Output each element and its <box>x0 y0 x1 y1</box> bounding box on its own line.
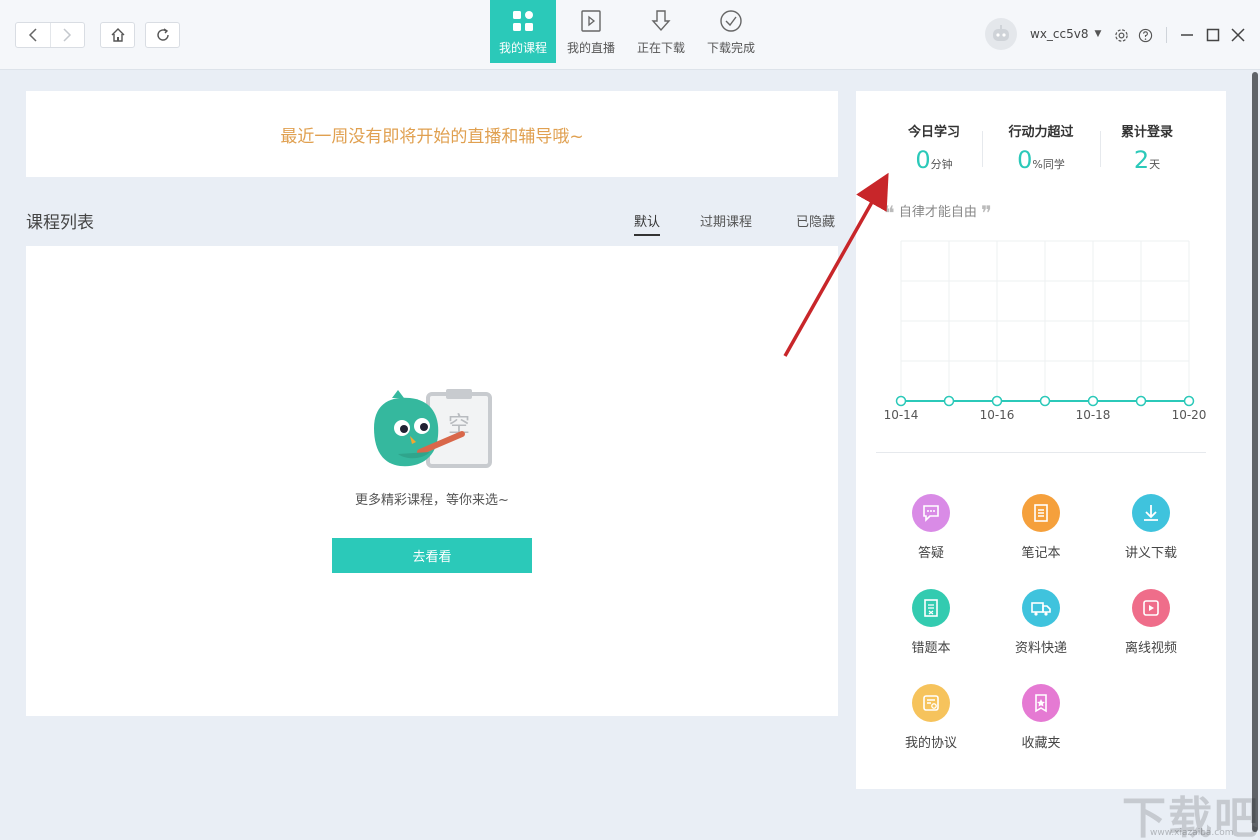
error-book-icon <box>912 589 950 627</box>
study-line-chart: 10-14 10-16 10-18 10-20 <box>876 231 1216 431</box>
tab-label: 正在下载 <box>637 39 685 56</box>
quote-close-icon: ❞ <box>981 201 992 225</box>
refresh-button[interactable] <box>145 22 180 48</box>
notebook-icon <box>1022 494 1060 532</box>
back-icon[interactable] <box>16 23 50 47</box>
top-bar: 我的课程 我的直播 正在下载 下载完成 wx_cc5v8 ▼ <box>0 0 1260 70</box>
banner-text: 最近一周没有即将开始的直播和辅导哦~ <box>280 122 583 147</box>
x-tick-label: 10-20 <box>1172 408 1207 422</box>
watermark-url: www.xiazaiba.com <box>1150 828 1234 838</box>
x-tick-label: 10-18 <box>1076 408 1111 422</box>
help-icon[interactable] <box>1137 27 1153 43</box>
play-icon <box>579 9 603 33</box>
stat-unit: 分钟 <box>931 158 953 171</box>
stat-action: 行动力超过 0%同学 <box>981 121 1101 174</box>
tab-downloading[interactable]: 正在下载 <box>626 0 696 63</box>
star-icon <box>1022 684 1060 722</box>
data-point <box>993 397 1002 406</box>
minimize-icon[interactable] <box>1179 27 1195 43</box>
feature-label: 资料快递 <box>1015 637 1067 656</box>
filter-hidden[interactable]: 已隐藏 <box>796 211 835 230</box>
tab-downloaded[interactable]: 下载完成 <box>696 0 766 63</box>
main-tabs: 我的课程 我的直播 正在下载 下载完成 <box>490 0 766 63</box>
feature-label: 错题本 <box>911 637 950 656</box>
agreement-icon <box>912 684 950 722</box>
data-point <box>1041 397 1050 406</box>
avatar[interactable] <box>985 18 1017 50</box>
chat-icon <box>912 494 950 532</box>
download-icon <box>649 9 673 33</box>
stat-unit: %同学 <box>1032 158 1064 171</box>
close-icon[interactable] <box>1230 27 1246 43</box>
video-icon <box>1132 589 1170 627</box>
feature-label: 我的协议 <box>905 732 957 751</box>
refresh-icon <box>155 27 171 43</box>
scroll-thumb[interactable] <box>1252 72 1258 832</box>
motto-text: 自律才能自由 <box>899 205 977 220</box>
feature-label: 笔记本 <box>1021 542 1060 561</box>
stat-label: 累计登录 <box>1087 121 1207 140</box>
maximize-icon[interactable] <box>1205 27 1221 43</box>
gear-icon[interactable] <box>1113 27 1129 43</box>
download-icon <box>1132 494 1170 532</box>
tab-label: 我的课程 <box>499 39 547 56</box>
data-point <box>945 397 954 406</box>
study-sidebar: 今日学习 0分钟 行动力超过 0%同学 累计登录 2天 ❝ 自律才能自由 ❞ 1… <box>856 91 1226 789</box>
tab-label: 我的直播 <box>567 39 615 56</box>
x-tick-label: 10-16 <box>980 408 1015 422</box>
feature-video[interactable]: 离线视频 <box>1106 589 1196 656</box>
check-icon <box>719 9 743 33</box>
tab-my-courses[interactable]: 我的课程 <box>490 0 556 63</box>
feature-star[interactable]: 收藏夹 <box>996 684 1086 751</box>
divider <box>1166 27 1167 43</box>
filter-expired[interactable]: 过期课程 <box>700 211 752 230</box>
tab-label: 下载完成 <box>707 39 755 56</box>
data-point <box>1089 397 1098 406</box>
home-button[interactable] <box>100 22 135 48</box>
divider <box>876 452 1206 453</box>
data-point <box>1137 397 1146 406</box>
stat-label: 今日学习 <box>874 121 994 140</box>
feature-chat[interactable]: 答疑 <box>886 494 976 561</box>
feature-label: 答疑 <box>918 542 944 561</box>
forward-icon[interactable] <box>50 23 85 47</box>
stat-value: 0 <box>1017 146 1032 174</box>
course-panel: 空 更多精彩课程，等你来选~ 去看看 <box>26 246 838 716</box>
history-nav <box>15 22 85 48</box>
course-list-title: 课程列表 <box>26 208 94 233</box>
scrollbar[interactable] <box>1250 70 1260 840</box>
quote-open-icon: ❝ <box>884 201 895 225</box>
live-banner: 最近一周没有即将开始的直播和辅导哦~ <box>26 91 838 177</box>
grid-icon <box>511 9 535 33</box>
data-point <box>1185 397 1194 406</box>
user-menu[interactable]: wx_cc5v8 ▼ <box>985 18 1101 50</box>
motto: ❝ 自律才能自由 ❞ <box>884 201 992 225</box>
empty-mascot-icon: 空 <box>372 386 497 476</box>
stat-today: 今日学习 0分钟 <box>874 121 994 174</box>
feature-label: 讲义下载 <box>1125 542 1177 561</box>
stat-label: 行动力超过 <box>981 121 1101 140</box>
empty-tip: 更多精彩课程，等你来选~ <box>26 489 838 508</box>
filter-default[interactable]: 默认 <box>634 211 660 236</box>
tab-my-live[interactable]: 我的直播 <box>556 0 626 63</box>
feature-notebook[interactable]: 笔记本 <box>996 494 1086 561</box>
feature-error-book[interactable]: 错题本 <box>886 589 976 656</box>
stat-login: 累计登录 2天 <box>1087 121 1207 174</box>
x-tick-label: 10-14 <box>884 408 919 422</box>
stat-unit: 天 <box>1149 158 1160 171</box>
feature-label: 收藏夹 <box>1021 732 1060 751</box>
feature-download[interactable]: 讲义下载 <box>1106 494 1196 561</box>
chevron-down-icon[interactable]: ▼ <box>1094 29 1101 39</box>
home-icon <box>110 27 126 43</box>
data-point <box>897 397 906 406</box>
feature-agreement[interactable]: 我的协议 <box>886 684 976 751</box>
stat-value: 2 <box>1134 146 1149 174</box>
go-browse-button[interactable]: 去看看 <box>332 538 532 573</box>
truck-icon <box>1022 589 1060 627</box>
feature-label: 离线视频 <box>1125 637 1177 656</box>
stat-value: 0 <box>915 146 930 174</box>
feature-truck[interactable]: 资料快递 <box>996 589 1086 656</box>
username: wx_cc5v8 <box>1030 27 1088 41</box>
